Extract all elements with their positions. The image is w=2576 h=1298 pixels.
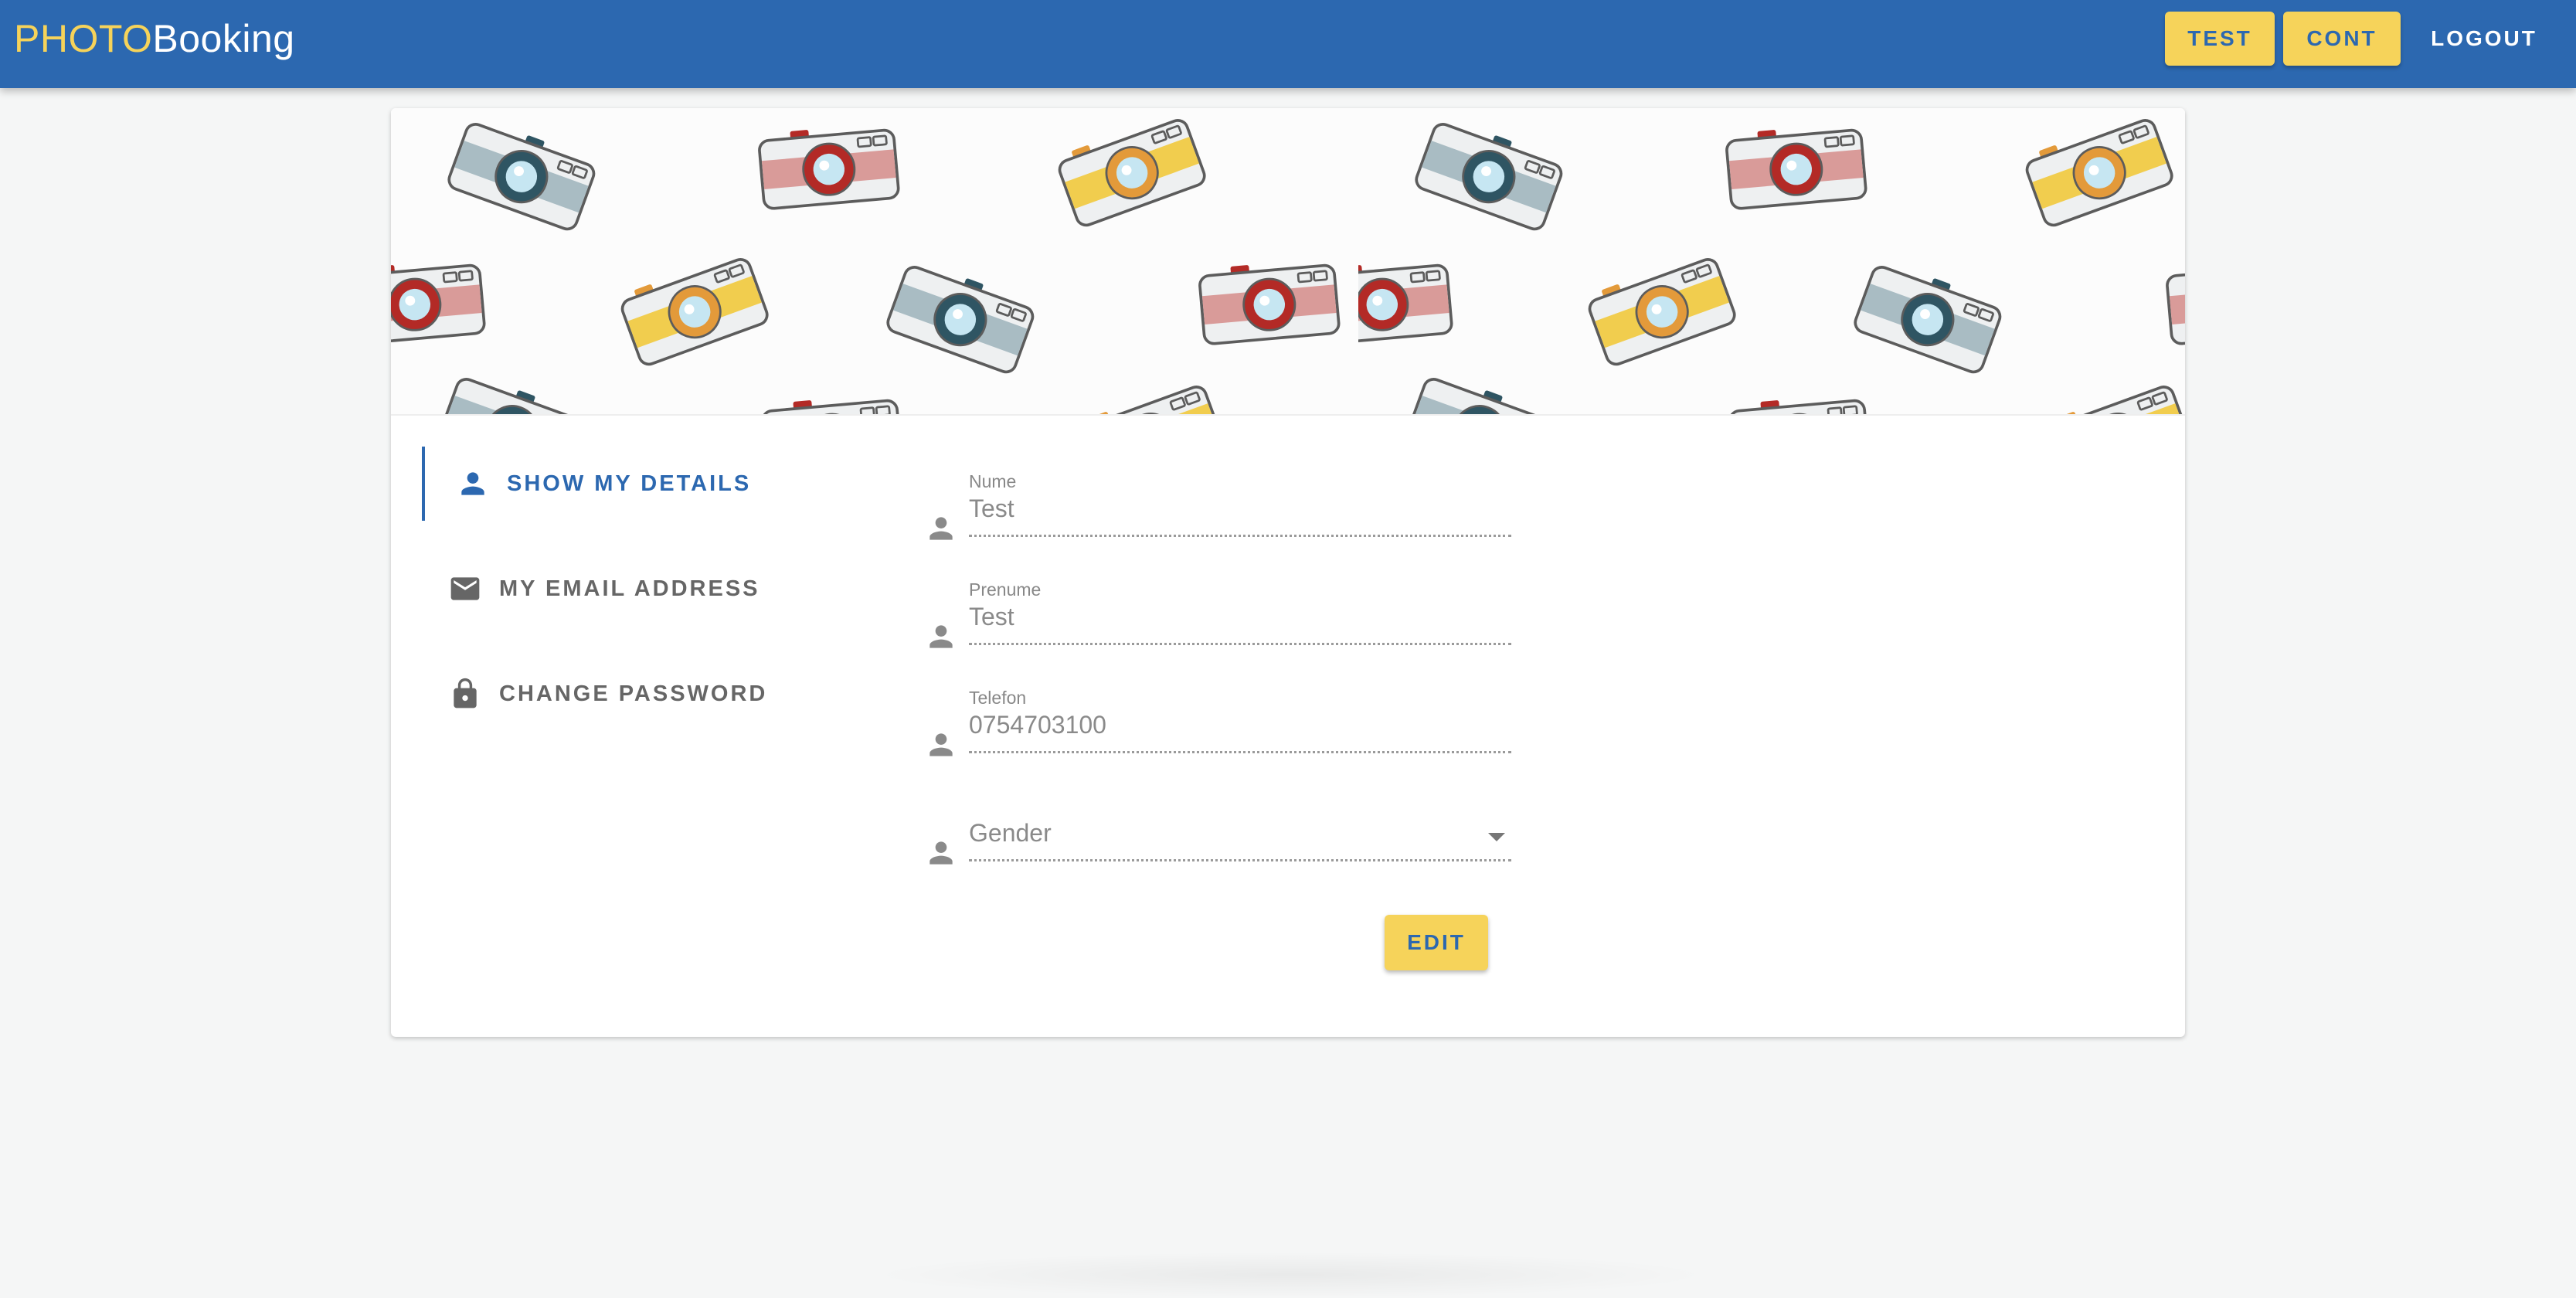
logo[interactable]: PHOTOBooking bbox=[14, 15, 295, 62]
nume-label: Nume bbox=[969, 471, 1017, 491]
details-form: Nume Test Prenume Test Telefon 075470310… bbox=[916, 471, 1534, 904]
tab-show-my-details[interactable]: SHOW MY DETAILS bbox=[422, 447, 824, 521]
person-icon bbox=[929, 625, 953, 648]
person-icon bbox=[929, 841, 953, 865]
app-bar: PHOTOBooking TEST CONT LOGOUT bbox=[0, 0, 2576, 88]
prenume-label: Prenume bbox=[969, 579, 1042, 600]
telefon-underline bbox=[969, 751, 1511, 753]
tab-label: CHANGE PASSWORD bbox=[499, 681, 768, 706]
person-icon bbox=[929, 733, 953, 756]
nume-value[interactable]: Test bbox=[969, 494, 1014, 523]
bottom-shadow bbox=[865, 1252, 1715, 1298]
tab-label: SHOW MY DETAILS bbox=[507, 471, 752, 496]
mail-icon bbox=[450, 577, 480, 600]
camera-pattern-banner bbox=[391, 108, 2185, 416]
person-icon bbox=[461, 472, 484, 495]
nume-field[interactable]: Nume Test bbox=[916, 471, 1534, 579]
person-icon bbox=[929, 517, 953, 540]
nume-underline bbox=[969, 535, 1511, 537]
logo-part1: PHOTO bbox=[14, 17, 153, 60]
nav-cont-button[interactable]: CONT bbox=[2283, 12, 2401, 66]
tab-change-password[interactable]: CHANGE PASSWORD bbox=[422, 657, 824, 731]
prenume-field[interactable]: Prenume Test bbox=[916, 579, 1534, 688]
prenume-value[interactable]: Test bbox=[969, 603, 1014, 631]
tab-label: MY EMAIL ADDRESS bbox=[499, 576, 760, 601]
telefon-value[interactable]: 0754703100 bbox=[969, 711, 1106, 739]
camera-pattern-illustration bbox=[391, 108, 2185, 416]
logo-part2: Booking bbox=[152, 17, 295, 60]
dropdown-arrow-icon[interactable] bbox=[1488, 833, 1505, 841]
edit-button[interactable]: EDIT bbox=[1385, 915, 1488, 970]
prenume-underline bbox=[969, 643, 1511, 645]
profile-card: SHOW MY DETAILS MY EMAIL ADDRESS CHANGE … bbox=[391, 108, 2185, 1037]
nav-test-button[interactable]: TEST bbox=[2165, 12, 2275, 66]
lock-icon bbox=[454, 678, 477, 708]
gender-select[interactable]: Gender bbox=[916, 796, 1534, 904]
gender-underline bbox=[969, 859, 1511, 861]
profile-tabs: SHOW MY DETAILS MY EMAIL ADDRESS CHANGE … bbox=[422, 447, 824, 762]
telefon-label: Telefon bbox=[969, 688, 1027, 708]
logout-button[interactable]: LOGOUT bbox=[2418, 12, 2550, 66]
telefon-field[interactable]: Telefon 0754703100 bbox=[916, 688, 1534, 796]
tab-my-email-address[interactable]: MY EMAIL ADDRESS bbox=[422, 552, 824, 626]
gender-placeholder[interactable]: Gender bbox=[969, 819, 1052, 848]
